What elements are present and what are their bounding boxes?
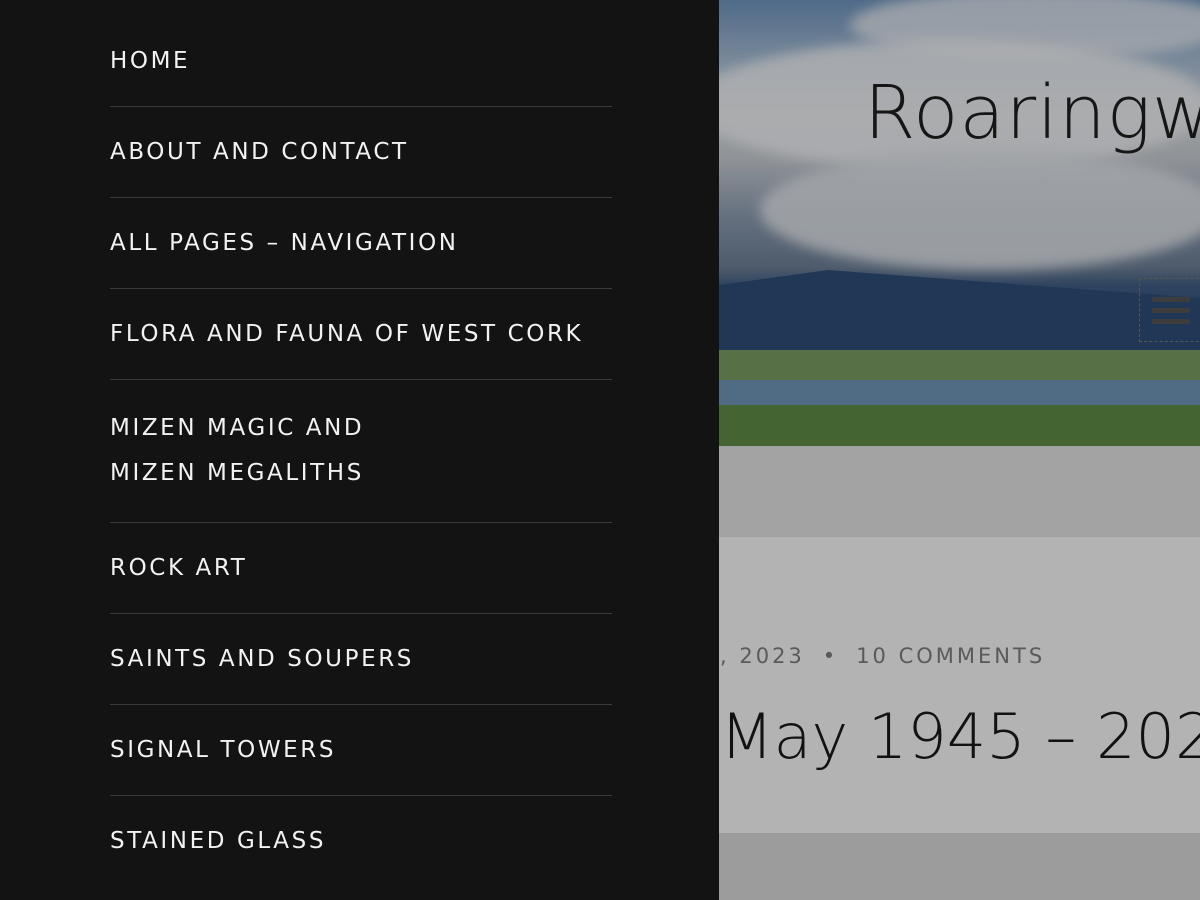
nav-item-label: ROCK ART xyxy=(110,555,248,581)
nav-menu: HOME ABOUT AND CONTACT ALL PAGES – NAVIG… xyxy=(110,16,612,886)
nav-item-all-pages-navigation[interactable]: ALL PAGES – NAVIGATION xyxy=(110,198,612,289)
nav-item-signal-towers[interactable]: SIGNAL TOWERS xyxy=(110,705,612,796)
nav-item-home[interactable]: HOME xyxy=(110,16,612,107)
nav-item-label: FLORA AND FAUNA OF WEST CORK xyxy=(110,321,584,347)
nav-item-label: MIZEN MAGIC AND MIZEN MEGALITHS xyxy=(110,415,365,486)
nav-item-label: HOME xyxy=(110,48,191,74)
nav-item-mizen-magic[interactable]: MIZEN MAGIC AND MIZEN MEGALITHS xyxy=(110,380,612,523)
nav-item-label: ABOUT AND CONTACT xyxy=(110,139,409,165)
nav-item-about-and-contact[interactable]: ABOUT AND CONTACT xyxy=(110,107,612,198)
navigation-drawer: HOME ABOUT AND CONTACT ALL PAGES – NAVIG… xyxy=(0,0,719,900)
nav-item-label: STAINED GLASS xyxy=(110,828,327,854)
nav-item-saints-and-soupers[interactable]: SAINTS AND SOUPERS xyxy=(110,614,612,705)
nav-item-flora-and-fauna[interactable]: FLORA AND FAUNA OF WEST CORK xyxy=(110,289,612,380)
nav-item-label: SAINTS AND SOUPERS xyxy=(110,646,414,672)
nav-item-label: ALL PAGES – NAVIGATION xyxy=(110,230,459,256)
nav-item-stained-glass[interactable]: STAINED GLASS xyxy=(110,796,612,886)
nav-item-rock-art[interactable]: ROCK ART xyxy=(110,523,612,614)
nav-item-label: SIGNAL TOWERS xyxy=(110,737,337,763)
